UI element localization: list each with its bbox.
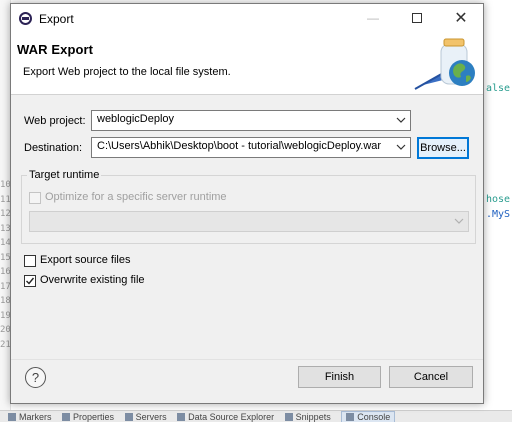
target-runtime-legend: Target runtime xyxy=(27,169,102,181)
browse-button[interactable]: Browse... xyxy=(417,137,469,159)
dialog-title: Export xyxy=(39,12,74,26)
ide-tab-servers[interactable]: Servers xyxy=(124,412,167,422)
chevron-down-icon xyxy=(396,141,406,153)
export-dialog: Export — ✕ WAR Export Export Web project… xyxy=(10,3,484,404)
ide-tab-console[interactable]: Console xyxy=(341,411,396,422)
ide-bottom-tab-strip: Markers Properties Servers Data Source E… xyxy=(0,410,512,422)
snippets-icon xyxy=(284,413,293,421)
chevron-down-icon xyxy=(396,114,406,126)
eclipse-icon xyxy=(19,12,32,25)
overwrite-existing-file-checkbox[interactable] xyxy=(24,275,36,287)
checkmark-icon xyxy=(26,277,35,285)
optimize-runtime-checkbox[interactable] xyxy=(29,192,41,204)
data-source-icon xyxy=(177,413,186,421)
code-fragment: hose xyxy=(486,194,511,205)
export-source-files-label: Export source files xyxy=(40,254,131,266)
finish-button[interactable]: Finish xyxy=(298,366,381,388)
close-button[interactable]: ✕ xyxy=(439,4,483,33)
web-project-label: Web project: xyxy=(24,115,86,127)
console-icon xyxy=(346,413,355,421)
cancel-button[interactable]: Cancel xyxy=(389,366,473,388)
destination-combo[interactable]: C:\Users\Abhik\Desktop\boot - tutorial\w… xyxy=(91,137,411,158)
ide-tab-properties[interactable]: Properties xyxy=(62,412,114,422)
help-button[interactable]: ? xyxy=(25,367,46,388)
chevron-down-icon xyxy=(454,215,464,227)
export-jar-globe-icon xyxy=(414,38,475,90)
servers-icon xyxy=(124,413,133,421)
button-bar-separator xyxy=(11,359,483,360)
maximize-icon xyxy=(412,13,422,24)
export-source-files-checkbox[interactable] xyxy=(24,255,36,267)
overwrite-existing-file-label: Overwrite existing file xyxy=(40,274,145,286)
web-project-combo[interactable]: weblogicDeploy xyxy=(91,110,411,131)
web-project-value: weblogicDeploy xyxy=(97,113,175,125)
ide-tab-markers[interactable]: Markers xyxy=(8,412,52,422)
code-fragment: alse xyxy=(486,83,511,94)
code-fragment: .MyS xyxy=(486,209,511,220)
ide-tab-data-source-explorer[interactable]: Data Source Explorer xyxy=(177,412,274,422)
target-runtime-group: Target runtime Optimize for a specific s… xyxy=(21,169,476,244)
server-runtime-combo[interactable] xyxy=(29,211,469,232)
destination-label: Destination: xyxy=(24,142,83,154)
destination-value: C:\Users\Abhik\Desktop\boot - tutorial\w… xyxy=(97,140,382,152)
properties-icon xyxy=(62,413,71,421)
maximize-button[interactable] xyxy=(395,4,439,33)
dialog-title-bar[interactable]: Export — ✕ xyxy=(11,4,483,33)
markers-icon xyxy=(8,413,16,421)
ide-tab-snippets[interactable]: Snippets xyxy=(284,412,331,422)
optimize-runtime-label: Optimize for a specific server runtime xyxy=(45,191,227,203)
minimize-button[interactable]: — xyxy=(351,4,395,33)
wizard-page-title: WAR Export xyxy=(17,42,94,57)
wizard-banner: WAR Export Export Web project to the loc… xyxy=(11,33,483,95)
wizard-page-description: Export Web project to the local file sys… xyxy=(23,66,231,78)
